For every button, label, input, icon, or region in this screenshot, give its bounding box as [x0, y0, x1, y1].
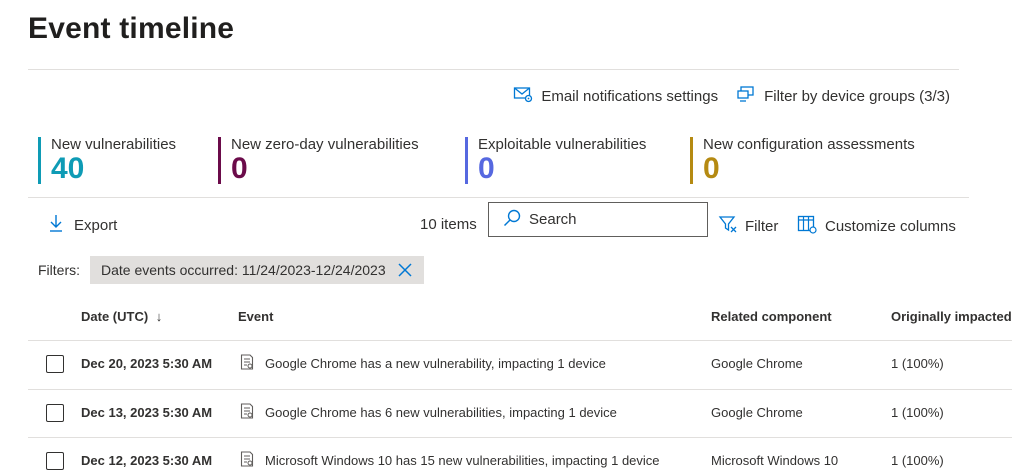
row-checkbox[interactable]: [46, 452, 64, 470]
filter-by-device-groups-link[interactable]: Filter by device groups (3/3): [736, 84, 950, 108]
stat-value: 0: [703, 152, 720, 185]
customize-columns-button[interactable]: Customize columns: [797, 214, 956, 238]
row-checkbox[interactable]: [46, 355, 64, 373]
table-row[interactable]: Dec 13, 2023 5:30 AM Google Chrome has 6…: [28, 389, 1012, 437]
email-settings-label: Email notifications settings: [541, 87, 719, 105]
sort-descending-icon: ↓: [155, 309, 163, 324]
search-input[interactable]: Search: [488, 202, 708, 237]
filter-chip-text: Date events occurred: 11/24/2023-12/24/2…: [101, 262, 386, 278]
top-links: Email notifications settings Filter by d…: [513, 84, 950, 108]
column-header-related-component[interactable]: Related component: [711, 309, 832, 324]
stat-label: New zero-day vulnerabilities: [231, 136, 419, 153]
row-originally-impacted: 1 (100%): [891, 405, 944, 420]
filter-button[interactable]: Filter: [718, 214, 778, 238]
stat-value: 40: [51, 152, 85, 185]
row-date: Dec 12, 2023 5:30 AM: [81, 453, 213, 468]
search-placeholder: Search: [529, 211, 577, 228]
export-label: Export: [74, 216, 118, 234]
columns-icon: [797, 214, 817, 238]
row-date: Dec 20, 2023 5:30 AM: [81, 356, 213, 371]
customize-columns-label: Customize columns: [825, 217, 956, 235]
device-groups-label: Filter by device groups (3/3): [764, 87, 950, 105]
table-row[interactable]: Dec 12, 2023 5:30 AM Microsoft Windows 1…: [28, 437, 1012, 472]
stat-exploitable-vulnerabilities[interactable]: Exploitable vulnerabilities 0: [465, 137, 646, 184]
stat-value: 0: [231, 152, 248, 185]
column-header-event[interactable]: Event: [238, 309, 273, 324]
device-groups-icon: [736, 84, 756, 108]
table-row[interactable]: Dec 20, 2023 5:30 AM Google Chrome has a…: [28, 340, 1012, 388]
title-divider: [28, 69, 959, 70]
stat-label: New configuration assessments: [703, 136, 915, 153]
row-checkbox[interactable]: [46, 404, 64, 422]
email-settings-icon: [513, 84, 533, 108]
filter-icon: [718, 214, 738, 238]
export-button[interactable]: Export: [48, 214, 117, 236]
stat-value: 0: [478, 152, 495, 185]
row-event: Google Chrome has a new vulnerability, i…: [265, 356, 606, 371]
stat-label: New vulnerabilities: [51, 136, 177, 153]
close-icon[interactable]: [398, 263, 412, 277]
event-document-icon: [240, 403, 254, 419]
items-count: 10 items: [420, 216, 477, 233]
filter-label: Filter: [745, 217, 779, 235]
column-header-originally-impacted[interactable]: Originally impacted: [891, 309, 1012, 324]
row-related-component: Google Chrome: [711, 405, 803, 420]
row-related-component: Google Chrome: [711, 356, 803, 371]
download-icon: [48, 214, 64, 236]
row-originally-impacted: 1 (100%): [891, 356, 944, 371]
column-header-date[interactable]: Date (UTC) ↓: [81, 309, 162, 324]
event-document-icon: [240, 354, 254, 370]
stat-new-zero-day-vulnerabilities[interactable]: New zero-day vulnerabilities 0: [218, 137, 419, 184]
email-notifications-settings-link[interactable]: Email notifications settings: [513, 84, 718, 108]
stat-new-vulnerabilities[interactable]: New vulnerabilities 40: [38, 137, 176, 184]
row-date: Dec 13, 2023 5:30 AM: [81, 405, 213, 420]
column-header-label: Date (UTC): [81, 309, 149, 324]
stat-label: Exploitable vulnerabilities: [478, 136, 647, 153]
row-event: Google Chrome has 6 new vulnerabilities,…: [265, 405, 617, 420]
stat-new-configuration-assessments[interactable]: New configuration assessments 0: [690, 137, 915, 184]
search-icon: [503, 209, 521, 231]
row-event: Microsoft Windows 10 has 15 new vulnerab…: [265, 453, 660, 468]
row-originally-impacted: 1 (100%): [891, 453, 944, 468]
event-document-icon: [240, 451, 254, 467]
filters-label: Filters:: [38, 262, 80, 278]
page-title: Event timeline: [28, 12, 235, 45]
stats-divider: [28, 197, 969, 198]
row-related-component: Microsoft Windows 10: [711, 453, 839, 468]
filter-chip-date: Date events occurred: 11/24/2023-12/24/2…: [90, 256, 424, 284]
